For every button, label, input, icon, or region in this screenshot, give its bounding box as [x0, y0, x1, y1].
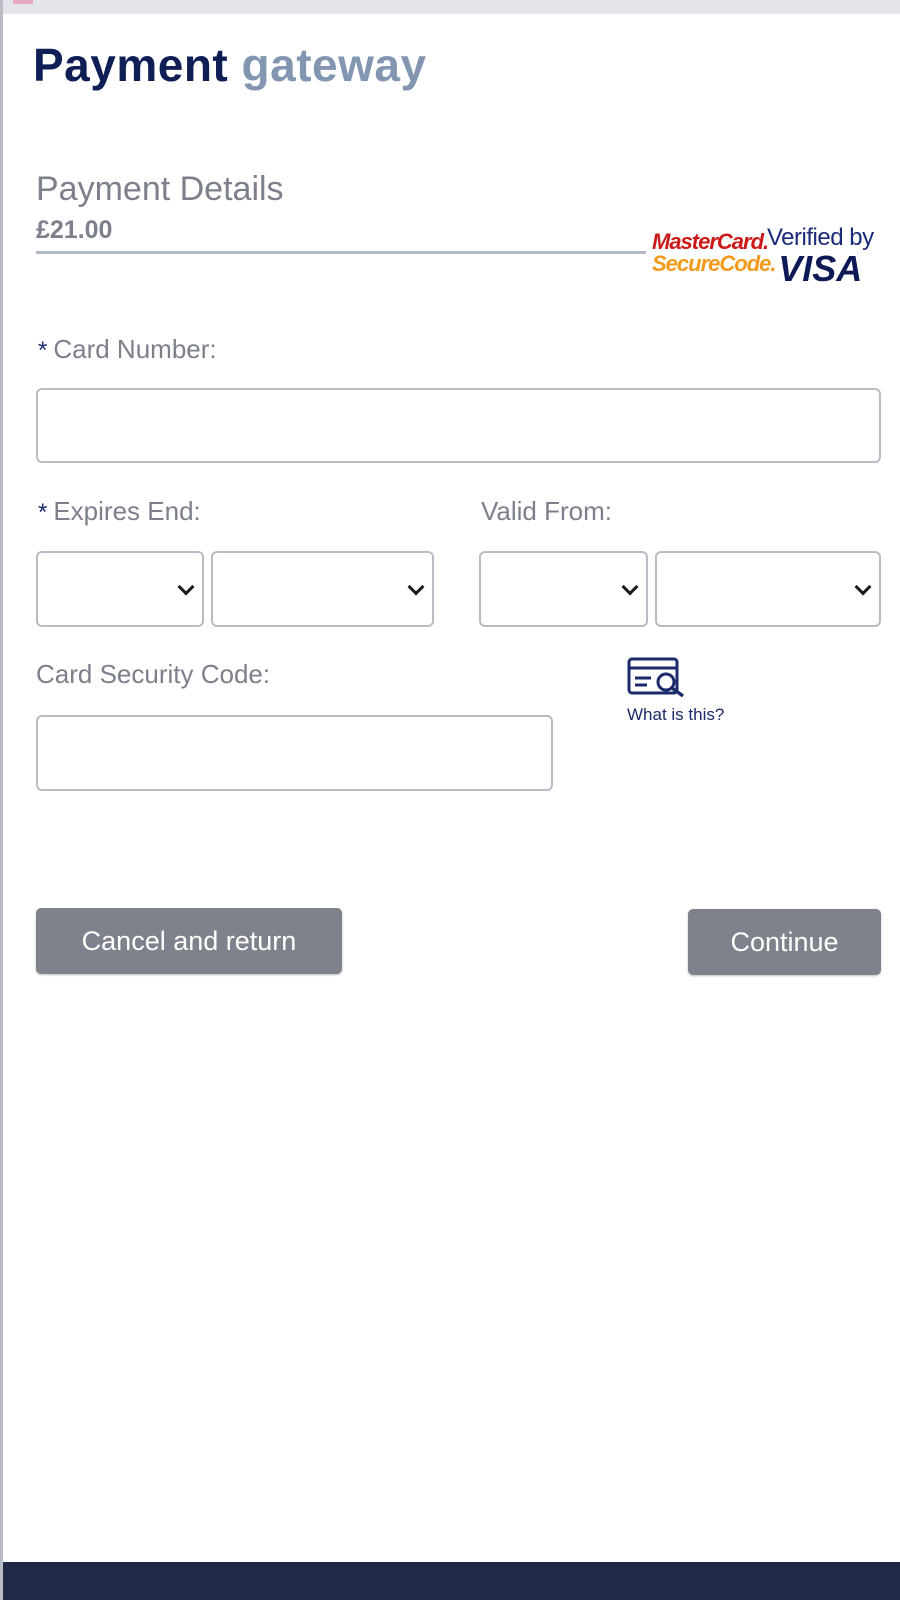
- brand-word-gateway: gateway: [241, 39, 427, 91]
- security-code-input[interactable]: [36, 715, 553, 791]
- brand-word-payment: Payment: [33, 39, 229, 91]
- tab-mark: [13, 0, 33, 4]
- cancel-button[interactable]: Cancel and return: [36, 908, 342, 974]
- payment-amount: £21.00: [36, 216, 113, 244]
- card-search-icon: [627, 657, 685, 698]
- chevron-down-icon: [854, 578, 872, 596]
- card-number-label: * Card Number:: [38, 334, 217, 365]
- valid-from-month-select[interactable]: [479, 551, 648, 627]
- mastercard-logo-line1: MasterCard.: [652, 229, 769, 254]
- payment-details-heading: Payment Details: [36, 170, 284, 208]
- required-marker: *: [38, 499, 48, 526]
- card-number-input[interactable]: [36, 388, 881, 463]
- footer-bar: [3, 1562, 900, 1600]
- continue-button[interactable]: Continue: [688, 909, 881, 975]
- expires-year-select[interactable]: [211, 551, 434, 627]
- browser-top-strip: [3, 0, 900, 14]
- chevron-down-icon: [621, 578, 639, 596]
- expires-end-label-text: Expires End:: [53, 496, 201, 526]
- card-number-label-text: Card Number:: [53, 334, 217, 364]
- expires-month-select[interactable]: [36, 551, 204, 627]
- security-code-label: Card Security Code:: [36, 659, 271, 689]
- valid-from-label: Valid From:: [481, 496, 612, 526]
- required-marker: *: [38, 337, 48, 364]
- security-code-help-link[interactable]: What is this?: [627, 656, 757, 725]
- mastercard-securecode-logo: MasterCard. SecureCode.: [652, 231, 776, 275]
- what-is-this-link[interactable]: What is this?: [627, 705, 757, 725]
- details-divider: [36, 251, 646, 254]
- verified-by-visa-logo: Verified by VISA: [767, 224, 874, 289]
- mastercard-logo-line2: SecureCode.: [652, 251, 776, 276]
- visa-logo-line2: VISA: [778, 248, 863, 289]
- chevron-down-icon: [407, 578, 425, 596]
- valid-from-year-select[interactable]: [655, 551, 881, 627]
- chevron-down-icon: [177, 578, 195, 596]
- page-title: Payment gateway: [33, 38, 427, 92]
- payment-gateway-page: Payment gateway Payment Details £21.00 M…: [0, 0, 900, 1600]
- expires-end-label: * Expires End:: [38, 496, 201, 527]
